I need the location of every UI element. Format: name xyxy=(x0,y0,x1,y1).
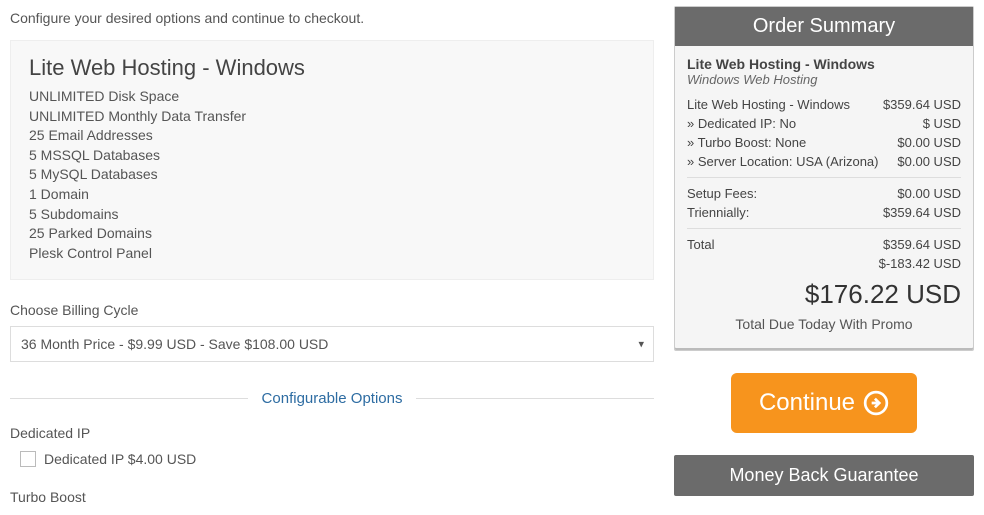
billing-cycle-label: Choose Billing Cycle xyxy=(10,302,654,318)
summary-line: Lite Web Hosting - Windows$359.64 USD xyxy=(687,95,961,114)
feature-item: UNLIMITED Monthly Data Transfer xyxy=(29,107,635,127)
continue-label: Continue xyxy=(759,389,855,417)
summary-product-title: Lite Web Hosting - Windows xyxy=(687,56,961,72)
configurable-divider: Configurable Options xyxy=(10,390,654,407)
feature-item: Plesk Control Panel xyxy=(29,244,635,264)
configurable-heading: Configurable Options xyxy=(248,390,417,407)
feature-item: 5 Subdomains xyxy=(29,205,635,225)
feature-item: UNLIMITED Disk Space xyxy=(29,87,635,107)
dedicated-ip-checkbox[interactable] xyxy=(20,451,36,467)
turbo-boost-label: Turbo Boost xyxy=(10,489,654,505)
product-panel: Lite Web Hosting - Windows UNLIMITED Dis… xyxy=(10,40,654,280)
summary-product-subtitle: Windows Web Hosting xyxy=(687,72,961,87)
summary-discount: $-183.42 USD xyxy=(687,254,961,273)
summary-line: » Dedicated IP: No$ USD xyxy=(687,114,961,133)
money-back-guarantee-header: Money Back Guarantee xyxy=(674,455,974,496)
summary-fee: Setup Fees:$0.00 USD xyxy=(687,184,961,203)
product-features: UNLIMITED Disk Space UNLIMITED Monthly D… xyxy=(29,87,635,263)
order-summary: Order Summary Lite Web Hosting - Windows… xyxy=(674,6,974,351)
summary-total-line: Total$359.64 USD xyxy=(687,235,961,254)
continue-button[interactable]: Continue xyxy=(731,373,917,433)
summary-line: » Turbo Boost: None$0.00 USD xyxy=(687,133,961,152)
summary-fee: Triennially:$359.64 USD xyxy=(687,203,961,222)
dedicated-ip-label: Dedicated IP xyxy=(10,425,654,441)
arrow-right-circle-icon xyxy=(863,390,889,416)
feature-item: 5 MSSQL Databases xyxy=(29,146,635,166)
feature-item: 5 MySQL Databases xyxy=(29,165,635,185)
intro-text: Configure your desired options and conti… xyxy=(10,10,654,26)
dedicated-ip-option: Dedicated IP $4.00 USD xyxy=(44,451,196,467)
feature-item: 1 Domain xyxy=(29,185,635,205)
summary-due-label: Total Due Today With Promo xyxy=(687,316,961,332)
feature-item: 25 Parked Domains xyxy=(29,224,635,244)
feature-item: 25 Email Addresses xyxy=(29,126,635,146)
product-title: Lite Web Hosting - Windows xyxy=(29,55,635,81)
billing-cycle-select[interactable]: 36 Month Price - $9.99 USD - Save $108.0… xyxy=(10,326,654,362)
summary-grand-total: $176.22 USD xyxy=(687,279,961,310)
summary-line: » Server Location: USA (Arizona)$0.00 US… xyxy=(687,152,961,171)
order-summary-header: Order Summary xyxy=(675,7,973,46)
